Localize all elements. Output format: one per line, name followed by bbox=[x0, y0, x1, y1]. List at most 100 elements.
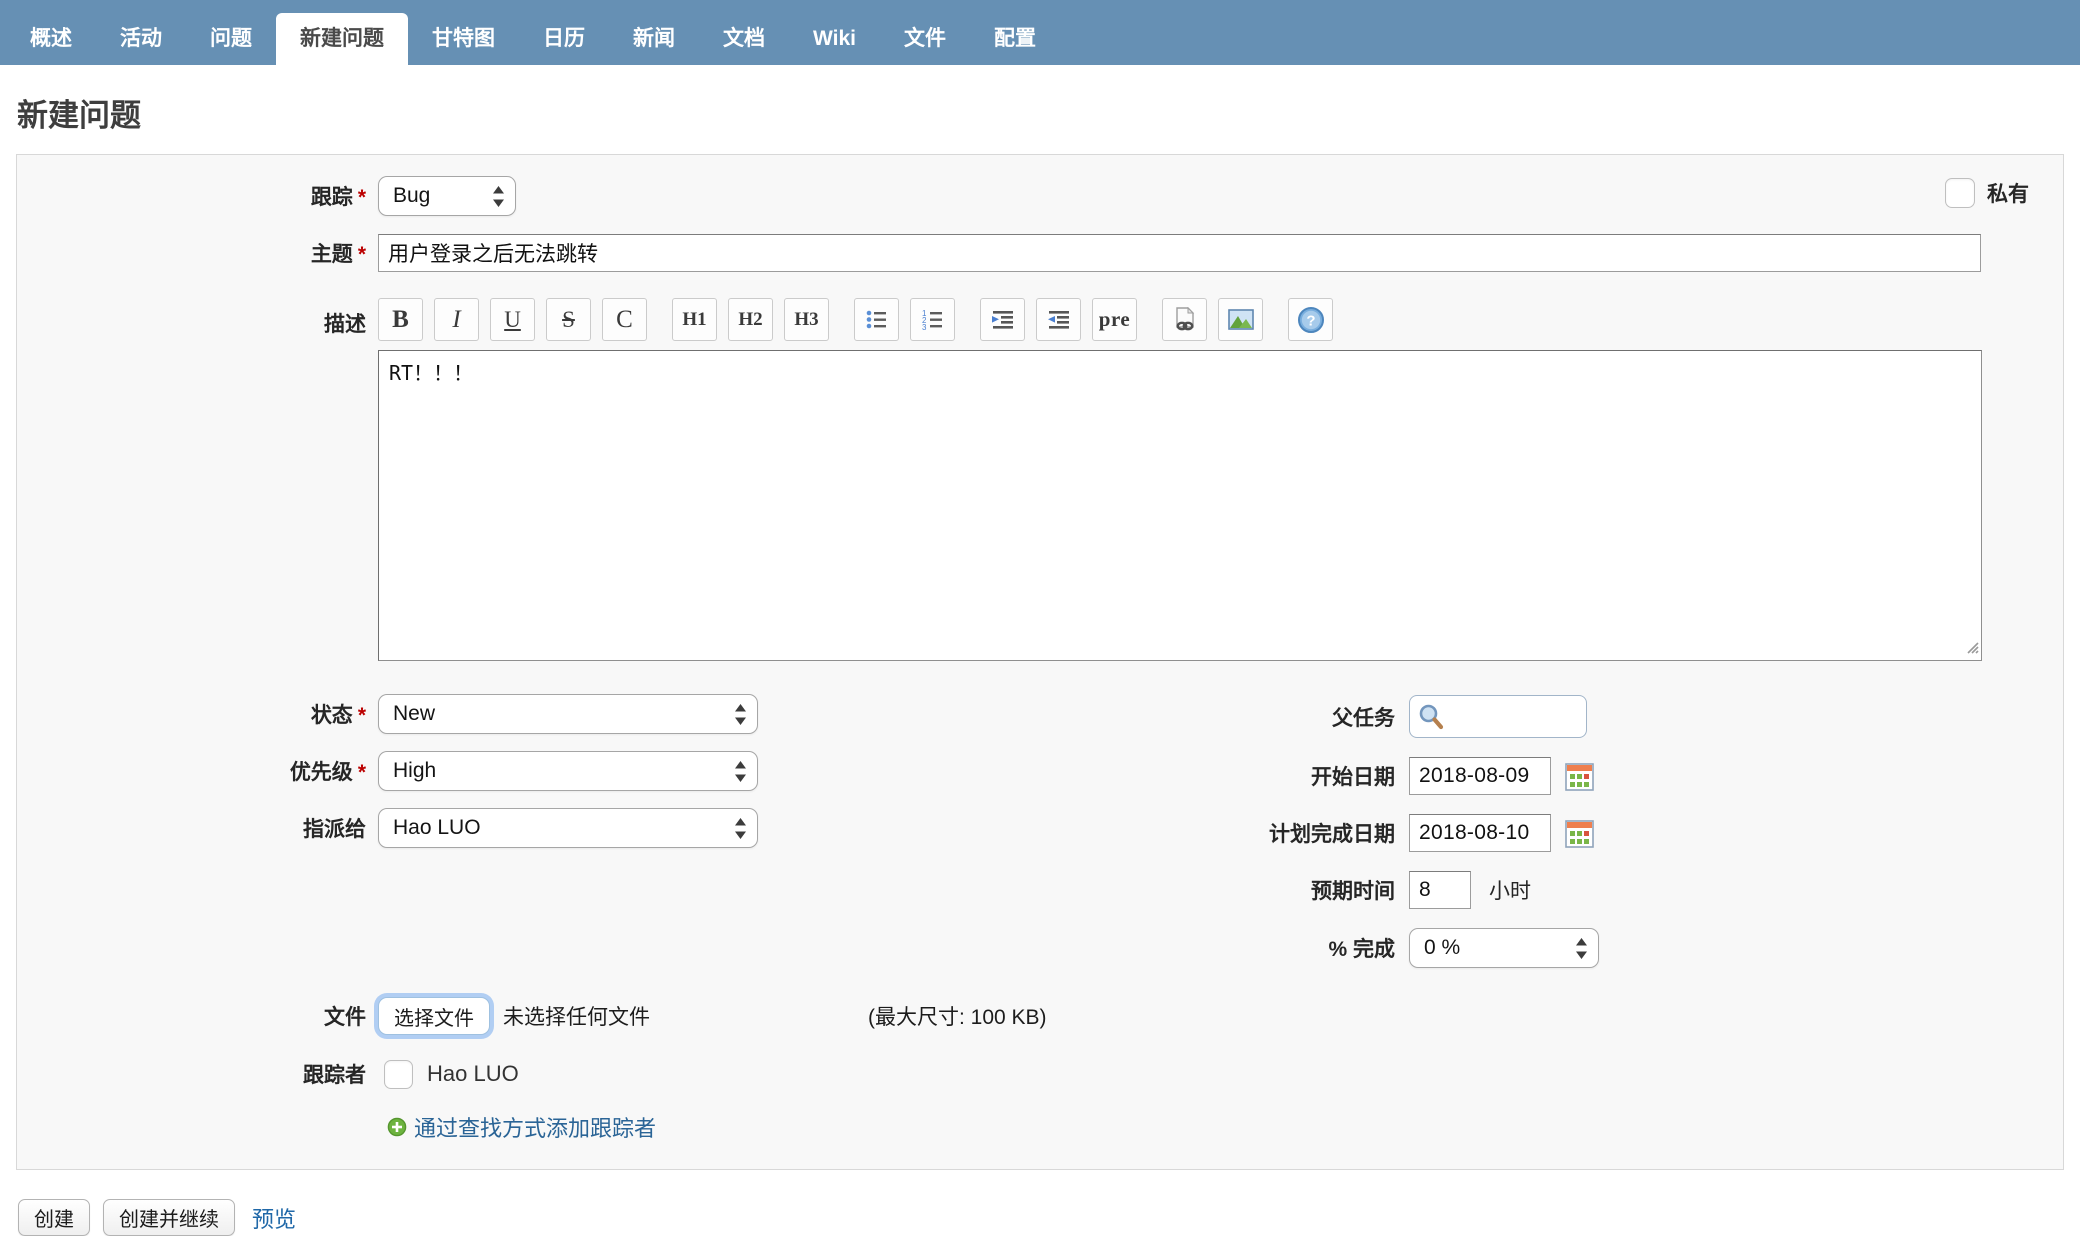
ordered-list-button[interactable]: 1 2 3 bbox=[910, 298, 955, 341]
search-icon bbox=[1419, 704, 1444, 730]
description-row: 描述 B I U S C H1 H2 H3 1 2 3 pre ? RT！！！ bbox=[17, 298, 2063, 666]
wiki-link-icon bbox=[1175, 306, 1194, 330]
image-icon bbox=[1227, 309, 1254, 330]
wiki-link-button[interactable] bbox=[1162, 298, 1207, 341]
tab-overview[interactable]: 概述 bbox=[6, 13, 96, 65]
italic-button[interactable]: I bbox=[434, 298, 479, 341]
page-title: 新建问题 bbox=[17, 98, 141, 133]
heading2-button[interactable]: H2 bbox=[728, 298, 773, 341]
tab-documents[interactable]: 文档 bbox=[699, 13, 789, 65]
priority-label: 优先级 * bbox=[289, 761, 366, 784]
assignee-label: 指派给 bbox=[303, 818, 366, 841]
unquote-button[interactable] bbox=[1036, 298, 1081, 341]
help-button[interactable]: ? bbox=[1288, 298, 1333, 341]
estimated-hours-input[interactable] bbox=[1409, 871, 1471, 909]
tab-gantt[interactable]: 甘特图 bbox=[408, 13, 519, 65]
image-button[interactable] bbox=[1218, 298, 1263, 341]
tracker-select[interactable]: Bug bbox=[378, 176, 516, 216]
status-select[interactable]: New bbox=[378, 694, 758, 734]
done-ratio-select[interactable]: 0 % bbox=[1409, 928, 1599, 968]
add-watcher-text: 通过查找方式添加跟踪者 bbox=[414, 1116, 657, 1141]
add-watcher-link[interactable]: 通过查找方式添加跟踪者 bbox=[387, 1111, 656, 1143]
tracker-label: 跟踪 * bbox=[310, 186, 366, 209]
new-issue-form: 私有 跟踪* Bug 主题* 描述 B I U S C H1 H2 bbox=[16, 154, 2064, 1170]
preformatted-button[interactable]: pre bbox=[1092, 298, 1137, 341]
due-date-input[interactable] bbox=[1409, 814, 1551, 852]
done-ratio-value: 0 % bbox=[1424, 936, 1461, 959]
inline-code-button[interactable]: C bbox=[602, 298, 647, 341]
no-file-text: 未选择任何文件 bbox=[503, 1006, 650, 1029]
heading3-button[interactable]: H3 bbox=[784, 298, 829, 341]
strikethrough-button[interactable]: S bbox=[546, 298, 591, 341]
choose-file-button[interactable]: 选择文件 bbox=[378, 997, 490, 1035]
watcher-name: Hao LUO bbox=[427, 1061, 519, 1086]
heading1-button[interactable]: H1 bbox=[672, 298, 717, 341]
due-date-row: 计划完成日期 bbox=[1225, 814, 1599, 852]
create-and-continue-button[interactable]: 创建并继续 bbox=[103, 1199, 235, 1236]
tab-files[interactable]: 文件 bbox=[880, 13, 970, 65]
parent-task-label: 父任务 bbox=[1332, 706, 1395, 730]
subject-label: 主题 * bbox=[310, 243, 366, 266]
ordered-list-icon: 1 2 3 bbox=[922, 309, 942, 331]
select-arrows-icon bbox=[735, 817, 746, 839]
tab-issues[interactable]: 问题 bbox=[186, 13, 276, 65]
svg-text:3: 3 bbox=[922, 323, 927, 331]
add-icon bbox=[387, 1117, 407, 1137]
tracker-row: 跟踪 * Bug bbox=[17, 176, 2063, 216]
required-marker: * bbox=[357, 243, 366, 266]
assignee-row: 指派给 Hao LUO bbox=[17, 808, 2063, 848]
bold-button[interactable]: B bbox=[378, 298, 423, 341]
priority-select[interactable]: High bbox=[378, 751, 758, 791]
required-marker: * bbox=[357, 704, 366, 727]
attachments-label: 文件 bbox=[324, 1006, 366, 1029]
unordered-list-button[interactable] bbox=[854, 298, 899, 341]
assignee-value: Hao LUO bbox=[393, 816, 481, 839]
required-marker: * bbox=[357, 761, 366, 784]
calendar-icon[interactable] bbox=[1564, 818, 1595, 849]
preview-link[interactable]: 预览 bbox=[252, 1202, 296, 1234]
estimated-hours-row: 预期时间 小时 bbox=[1225, 871, 1599, 909]
tab-settings[interactable]: 配置 bbox=[970, 13, 1060, 65]
subject-row: 主题 * bbox=[17, 234, 2063, 272]
status-value: New bbox=[393, 702, 436, 725]
estimated-hours-label: 预期时间 bbox=[1311, 880, 1395, 903]
indent-left-icon bbox=[1047, 311, 1069, 329]
subject-input[interactable] bbox=[378, 234, 1981, 272]
wiki-toolbar: B I U S C H1 H2 H3 1 2 3 pre ? bbox=[378, 298, 1982, 341]
estimated-hours-unit: 小时 bbox=[1489, 880, 1531, 903]
tab-new-issue[interactable]: 新建问题 bbox=[276, 13, 408, 65]
private-checkbox[interactable] bbox=[1945, 178, 1975, 208]
calendar-icon[interactable] bbox=[1564, 761, 1595, 792]
attachments-row: 文件 选择文件 未选择任何文件 (最大尺寸: 100 KB) bbox=[17, 997, 2063, 1035]
watchers-row: 跟踪者 Hao LUO bbox=[17, 1059, 2063, 1089]
required-marker: * bbox=[357, 186, 366, 209]
quote-button[interactable] bbox=[980, 298, 1025, 341]
svg-text:?: ? bbox=[1306, 312, 1315, 329]
select-arrows-icon bbox=[493, 185, 504, 207]
tab-calendar[interactable]: 日历 bbox=[519, 13, 609, 65]
tab-news[interactable]: 新闻 bbox=[609, 13, 699, 65]
description-label: 描述 bbox=[324, 313, 366, 336]
description-textarea[interactable]: RT！！！ bbox=[378, 350, 1982, 661]
select-arrows-icon bbox=[735, 760, 746, 782]
tab-wiki[interactable]: Wiki bbox=[789, 13, 880, 65]
tab-activity[interactable]: 活动 bbox=[96, 13, 186, 65]
done-ratio-row: % 完成 0 % bbox=[1225, 928, 1599, 968]
max-size-text: (最大尺寸: 100 KB) bbox=[868, 1006, 1047, 1029]
underline-button[interactable]: U bbox=[490, 298, 535, 341]
create-button[interactable]: 创建 bbox=[18, 1199, 90, 1236]
tracker-value: Bug bbox=[393, 184, 431, 207]
unordered-list-icon bbox=[866, 310, 886, 329]
done-ratio-label: % 完成 bbox=[1328, 938, 1395, 961]
private-label: 私有 bbox=[1987, 183, 2029, 206]
start-date-input[interactable] bbox=[1409, 757, 1551, 795]
form-actions: 创建 创建并继续 预览 bbox=[18, 1199, 2080, 1236]
main-menu: 概述 活动 问题 新建问题 甘特图 日历 新闻 文档 Wiki 文件 配置 bbox=[0, 0, 2080, 65]
attributes-section: 状态 * New 优先级 * High 指派给 Hao LUO 父任务 开始日期… bbox=[17, 694, 2063, 981]
priority-value: High bbox=[393, 759, 437, 782]
due-date-label: 计划完成日期 bbox=[1269, 823, 1395, 846]
select-arrows-icon bbox=[735, 703, 746, 725]
watcher-checkbox[interactable] bbox=[384, 1059, 413, 1089]
assignee-select[interactable]: Hao LUO bbox=[378, 808, 758, 848]
start-date-row: 开始日期 bbox=[1225, 757, 1599, 795]
